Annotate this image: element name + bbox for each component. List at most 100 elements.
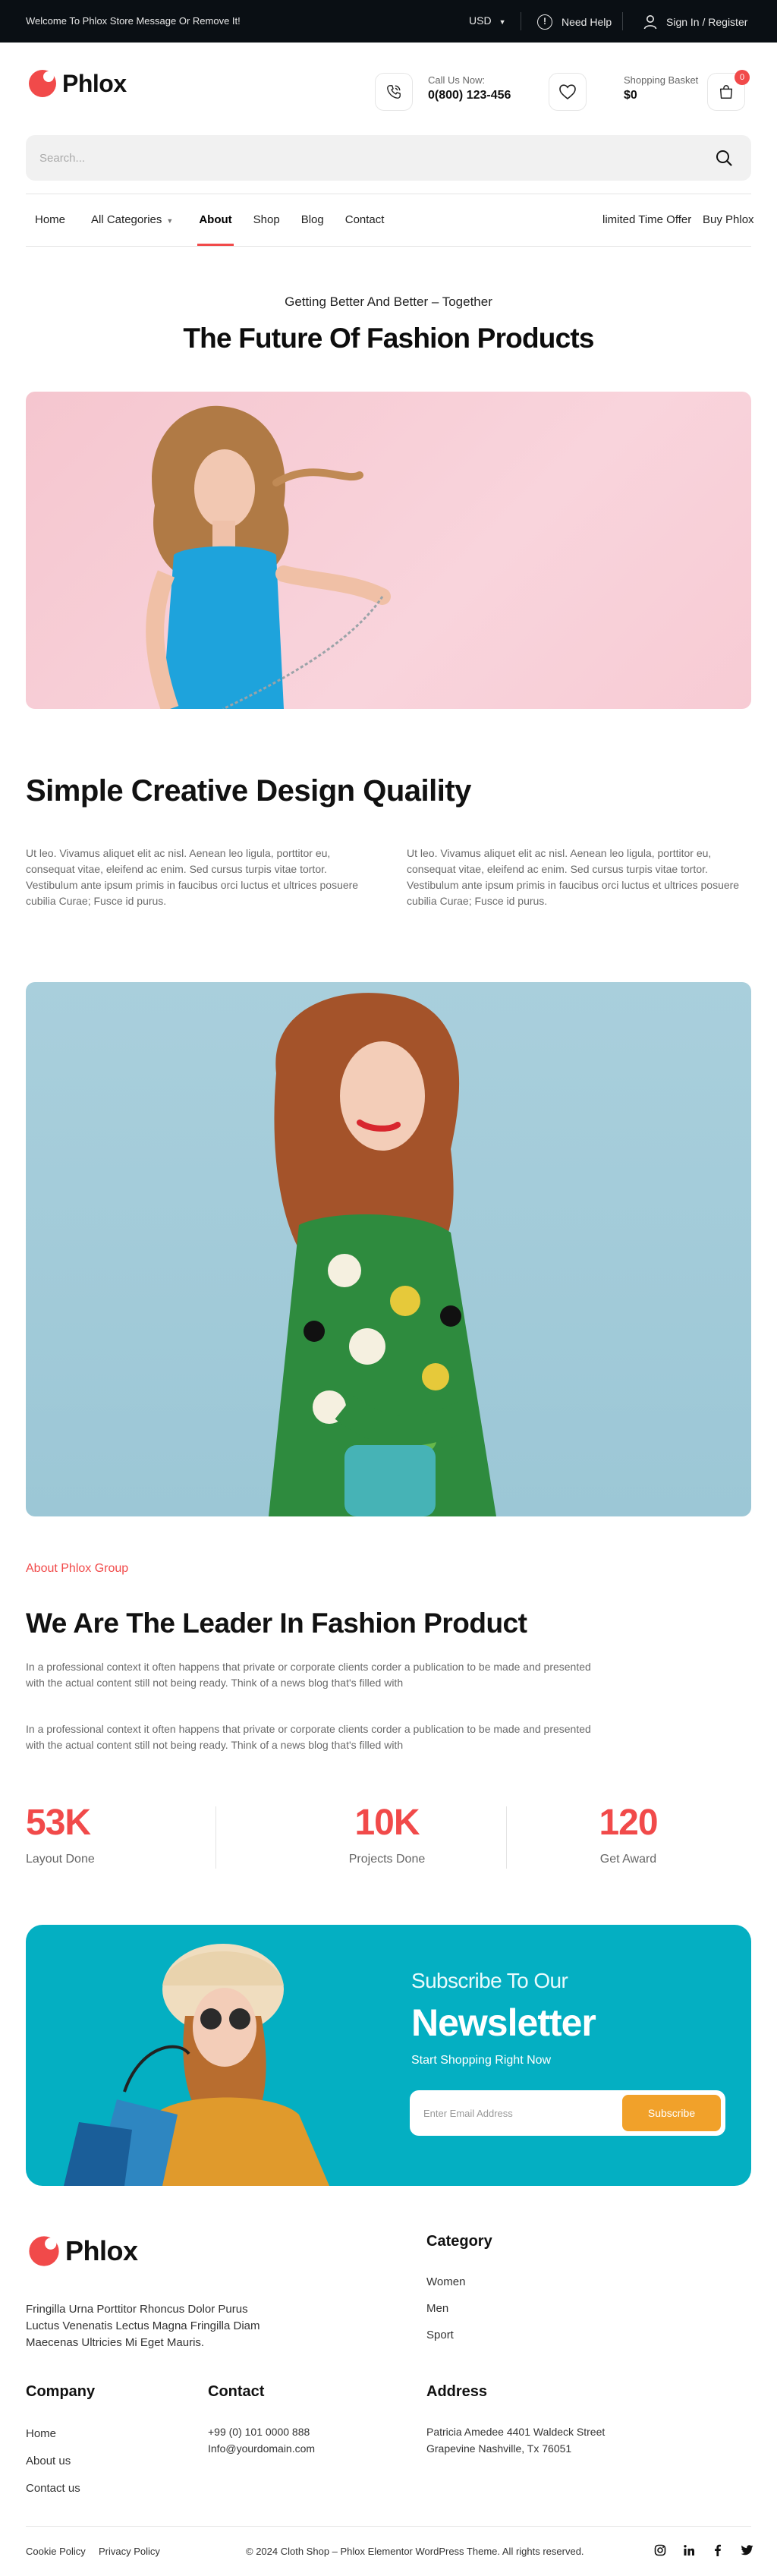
stat-projects: 10K Projects Done xyxy=(311,1802,463,1866)
stat-label: Projects Done xyxy=(348,1853,426,1866)
footer-link-home[interactable]: Home xyxy=(26,2427,56,2440)
basket-label: Shopping Basket xyxy=(624,74,699,86)
newsletter-kicker: Subscribe To Our xyxy=(411,1969,568,1992)
stat-value: 53K xyxy=(26,1803,91,1843)
stat-layouts: 53K Layout Done xyxy=(26,1802,95,1866)
nav-home[interactable]: Home xyxy=(26,194,74,246)
nav-blog[interactable]: Blog xyxy=(297,194,329,246)
newsletter-form: Subscribe xyxy=(410,2090,725,2136)
footer-logo[interactable]: Phlox xyxy=(26,2234,138,2268)
bag-icon xyxy=(719,85,733,99)
main-nav: Home All Categories ▼ About Shop Blog Con… xyxy=(26,194,396,247)
footer-email[interactable]: Info@yourdomain.com xyxy=(208,2442,315,2455)
nav-all-categories-label: All Categories xyxy=(91,213,162,226)
divider xyxy=(26,2526,751,2527)
footer-link-sport[interactable]: Sport xyxy=(426,2329,454,2341)
category-heading: Category xyxy=(426,2233,492,2250)
phone-icon xyxy=(387,85,401,99)
footer-link-contact[interactable]: Contact us xyxy=(26,2482,80,2495)
nav-about[interactable]: About xyxy=(190,194,241,247)
stat-awards: 120 Get Award xyxy=(584,1802,672,1866)
hero-kicker: Getting Better And Better – Together xyxy=(285,294,492,309)
logo-mark-icon xyxy=(29,70,56,97)
search-input[interactable] xyxy=(39,135,692,181)
email-field[interactable] xyxy=(423,2090,606,2136)
contact-heading: Contact xyxy=(208,2383,265,2400)
footer-phone[interactable]: +99 (0) 101 0000 888 xyxy=(208,2426,310,2438)
basket-total: $0 xyxy=(624,89,637,102)
nav-limited-offer[interactable]: limited Time Offer xyxy=(602,194,691,246)
creative-text-left: Ut leo. Vivamus aliquet elit ac nisl. Ae… xyxy=(26,847,359,907)
nav-all-categories[interactable]: All Categories ▼ xyxy=(82,194,182,246)
creative-title: Simple Creative Design Quaility xyxy=(26,774,471,808)
newsletter-banner: Subscribe To Our Newsletter Start Shoppi… xyxy=(26,1925,751,2186)
privacy-policy-link[interactable]: Privacy Policy xyxy=(99,2546,160,2557)
store-message: Welcome To Phlox Store Message Or Remove… xyxy=(26,15,241,27)
footer-address-line: Patricia Amedee 4401 Waldeck Street xyxy=(426,2426,606,2438)
footer-description: Fringilla Urna Porttitor Rhoncus Dolor P… xyxy=(26,2303,260,2349)
call-us-block[interactable]: Call Us Now: 0(800) 123-456 xyxy=(375,73,511,111)
currency-value: USD xyxy=(469,14,492,27)
footer-address-line: Grapevine Nashville, Tx 76051 xyxy=(426,2442,572,2455)
hero-title: The Future Of Fashion Products xyxy=(183,323,594,354)
search-button[interactable] xyxy=(715,149,733,171)
call-label: Call Us Now: xyxy=(428,74,486,86)
search-icon xyxy=(716,150,732,166)
model-illustration xyxy=(64,1944,329,2186)
logo-mark-icon xyxy=(29,2236,59,2266)
stat-value: 10K xyxy=(354,1803,420,1843)
feature-image xyxy=(26,982,751,1516)
currency-select[interactable]: USD ▼ xyxy=(469,14,505,27)
search-bar xyxy=(26,135,751,181)
logo-text: Phlox xyxy=(62,69,127,97)
cookie-policy-link[interactable]: Cookie Policy xyxy=(26,2546,86,2557)
nav-contact[interactable]: Contact xyxy=(341,194,389,246)
facebook-icon[interactable] xyxy=(712,2544,724,2556)
site-logo[interactable]: Phlox xyxy=(26,68,127,99)
sign-in-link[interactable]: Sign In / Register xyxy=(643,14,747,30)
need-help-label: Need Help xyxy=(562,16,612,28)
about-paragraph: In a professional context it often happe… xyxy=(26,1661,591,1689)
company-heading: Company xyxy=(26,2383,96,2400)
need-help-link[interactable]: ! Need Help xyxy=(537,14,612,30)
basket-summary[interactable]: Shopping Basket $0 xyxy=(624,74,698,102)
phone-number[interactable]: 0(800) 123-456 xyxy=(428,89,511,102)
model-illustration xyxy=(146,405,391,709)
about-kicker: About Phlox Group xyxy=(26,1562,129,1575)
info-icon: ! xyxy=(537,14,552,30)
user-icon xyxy=(643,15,657,30)
stat-label: Get Award xyxy=(599,1853,657,1866)
instagram-icon[interactable] xyxy=(654,2544,666,2556)
chevron-down-icon: ▼ xyxy=(166,217,174,225)
copyright: © 2024 Cloth Shop – Phlox Elementor Word… xyxy=(246,2546,584,2557)
footer-link-women[interactable]: Women xyxy=(426,2275,465,2288)
cart-count-badge: 0 xyxy=(735,70,750,85)
social-links xyxy=(654,2544,753,2556)
top-bar: Welcome To Phlox Store Message Or Remove… xyxy=(0,0,777,43)
linkedin-icon[interactable] xyxy=(683,2544,695,2556)
chevron-down-icon: ▼ xyxy=(499,18,506,26)
sign-in-label: Sign In / Register xyxy=(666,16,748,28)
about-paragraph: In a professional context it often happe… xyxy=(26,1723,591,1751)
nav-shop[interactable]: Shop xyxy=(249,194,285,246)
divider xyxy=(622,12,623,30)
nav-buy-phlox[interactable]: Buy Phlox xyxy=(703,194,754,246)
footer-link-about[interactable]: About us xyxy=(26,2455,71,2467)
creative-text-right: Ut leo. Vivamus aliquet elit ac nisl. Ae… xyxy=(407,847,740,907)
twitter-icon[interactable] xyxy=(741,2544,753,2556)
logo-text: Phlox xyxy=(65,2235,138,2266)
divider xyxy=(26,246,751,247)
footer-link-men[interactable]: Men xyxy=(426,2302,448,2315)
subscribe-button[interactable]: Subscribe xyxy=(622,2095,721,2131)
divider xyxy=(215,1806,216,1869)
stat-label: Layout Done xyxy=(26,1853,95,1866)
phone-button[interactable] xyxy=(375,73,413,111)
model-illustration xyxy=(269,993,496,1516)
wishlist-button[interactable] xyxy=(549,73,587,111)
stat-value: 120 xyxy=(599,1803,658,1843)
about-title: We Are The Leader In Fashion Product xyxy=(26,1608,527,1639)
newsletter-subtitle: Start Shopping Right Now xyxy=(411,2054,552,2067)
heart-icon xyxy=(559,84,576,100)
divider xyxy=(506,1806,507,1869)
hero-image xyxy=(26,392,751,709)
